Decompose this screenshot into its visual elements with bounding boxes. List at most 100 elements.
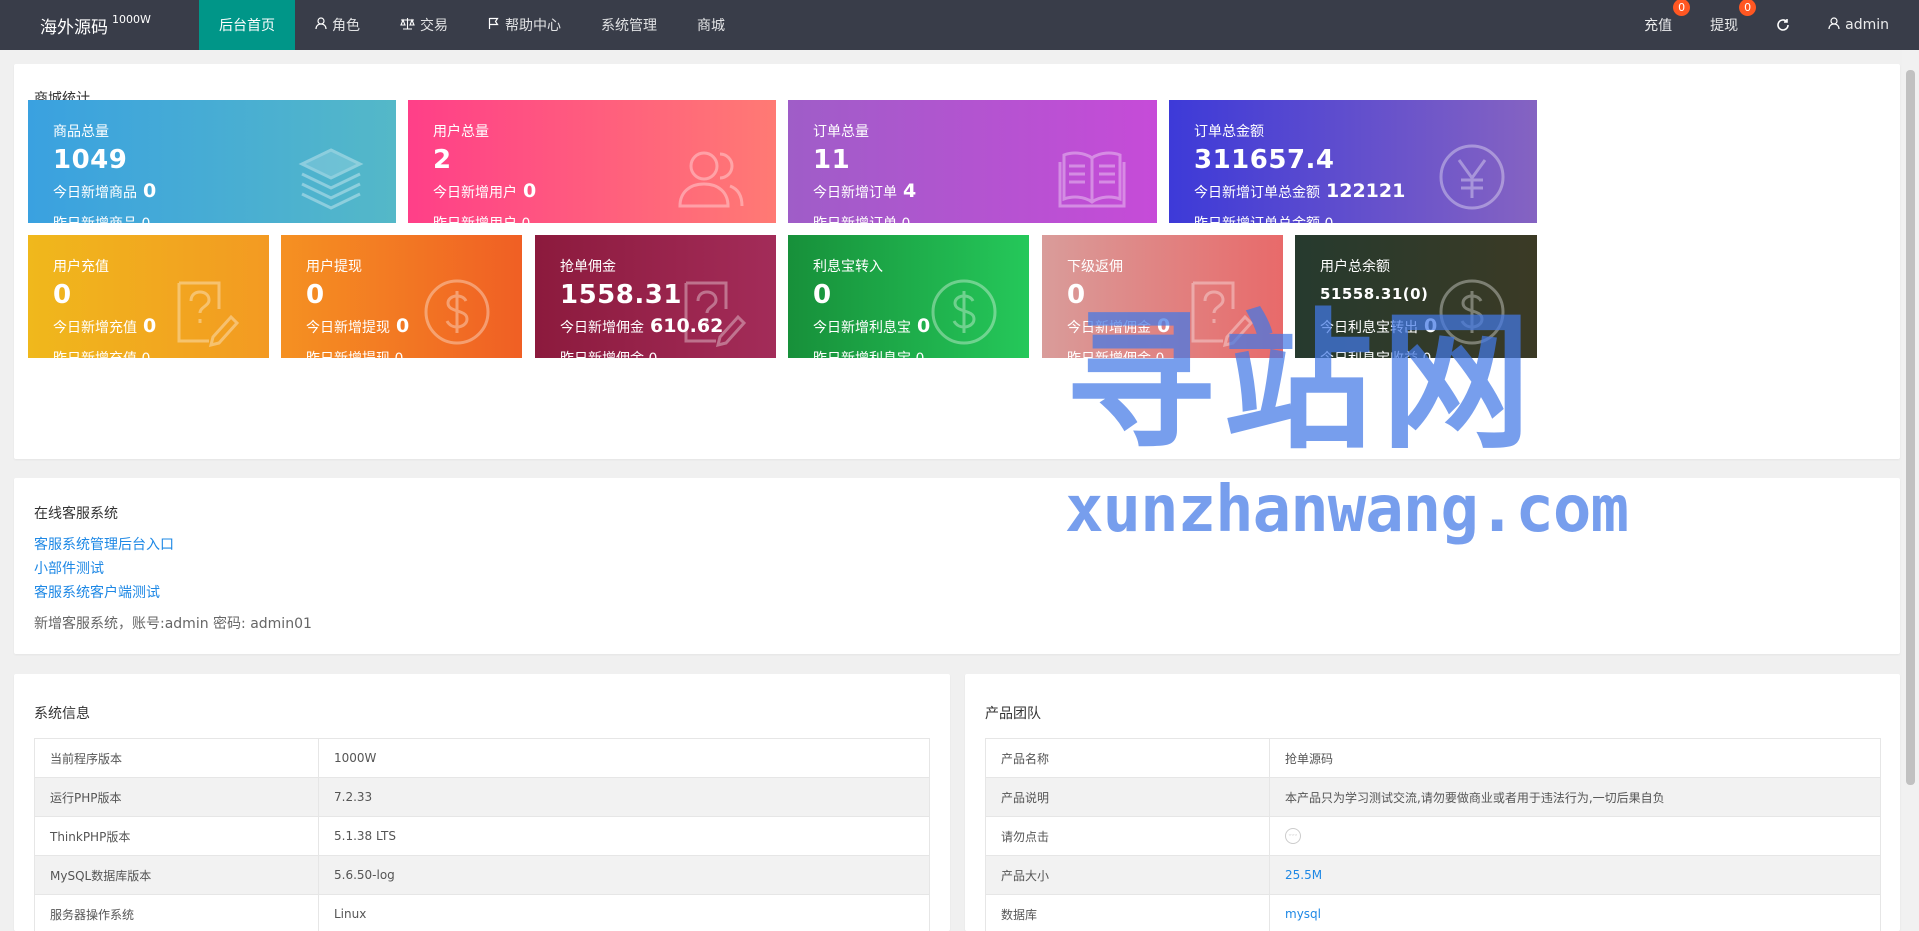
scrollbar[interactable]: [1902, 50, 1919, 931]
logo-text: 海外源码: [40, 17, 108, 38]
table-row: ThinkPHP版本 5.1.38 LTS: [34, 816, 930, 856]
stat-card-today: 今日新增订单总金额 122121: [1194, 180, 1405, 202]
stat-card-today: 今日利息宝转出 0: [1320, 315, 1437, 337]
stat-card[interactable]: 用户充值 0 今日新增充值 0 昨日新增充值 0: [28, 235, 269, 358]
team-key: 请勿点击: [985, 816, 1270, 856]
stat-card-today: 今日新增提现 0: [306, 315, 409, 337]
database-link[interactable]: mysql: [1285, 907, 1321, 921]
stat-card-today: 今日新增佣金 0: [1067, 315, 1170, 337]
table-row: 服务器操作系统 Linux: [34, 894, 930, 931]
stat-card-yesterday: 今日利息宝收益 0: [1320, 348, 1431, 358]
nav-help[interactable]: 帮助中心: [468, 0, 581, 50]
recharge-label: 充值: [1644, 18, 1673, 34]
sysinfo-key: MySQL数据库版本: [34, 855, 319, 895]
service-client-link[interactable]: 客服系统客户端测试: [34, 581, 174, 605]
stat-card-label: 用户总量: [433, 124, 489, 140]
users-icon: [676, 142, 746, 212]
yen-icon: [1437, 142, 1507, 212]
withdraw-badge: 0: [1739, 0, 1757, 16]
product-size-link[interactable]: 25.5M: [1285, 868, 1322, 882]
nav-system-label: 系统管理: [601, 18, 657, 34]
stat-card[interactable]: 用户提现 0 今日新增提现 0 昨日新增提现 0: [281, 235, 522, 358]
table-row: 运行PHP版本 7.2.33: [34, 777, 930, 817]
stat-card[interactable]: 用户总量 2 今日新增用户 0 昨日新增用户 0: [408, 100, 776, 223]
stat-card-value: 2: [433, 145, 452, 175]
stat-card-value: 311657.4: [1194, 145, 1335, 175]
question-doc-icon: [169, 277, 240, 348]
user-menu[interactable]: admin: [1828, 16, 1889, 34]
withdraw-label: 提现: [1710, 18, 1739, 34]
flag-icon: [488, 17, 500, 34]
refresh-icon[interactable]: [1776, 18, 1790, 32]
stat-card-value: 1049: [53, 145, 128, 175]
stat-card-label: 用户充值: [53, 259, 109, 275]
stat-card-today: 今日新增用户 0: [433, 180, 536, 202]
nav-trade-label: 交易: [420, 18, 448, 34]
stat-card-yesterday: 昨日新增利息宝 0: [813, 348, 924, 358]
nav-home[interactable]: 后台首页: [199, 0, 295, 50]
recharge-button[interactable]: 充值 0: [1644, 0, 1691, 35]
stat-card-today-value: 0: [396, 315, 410, 337]
stat-card-label: 商品总量: [53, 124, 109, 140]
sysinfo-key: 服务器操作系统: [34, 894, 319, 931]
stat-card-label: 订单总金额: [1194, 124, 1264, 140]
nav-help-label: 帮助中心: [505, 18, 561, 34]
widget-test-link[interactable]: 小部件测试: [34, 557, 174, 581]
logo-version: 1000W: [112, 12, 151, 26]
stat-card-yesterday: 昨日新增用户 0: [433, 213, 530, 223]
stat-card-today-label: 今日新增订单: [813, 185, 897, 201]
service-title: 在线客服系统: [34, 506, 118, 522]
sysinfo-panel: 系统信息 当前程序版本 1000W 运行PHP版本 7.2.33 ThinkPHP版…: [14, 674, 950, 931]
stat-card-value: 0: [1067, 280, 1086, 310]
stat-card-today-label: 今日新增用户: [433, 185, 517, 201]
stat-card[interactable]: 用户总余额 51558.31(0) 今日利息宝转出 0 今日利息宝收益 0: [1295, 235, 1537, 358]
stat-card-today-label: 今日新增佣金: [1067, 320, 1151, 336]
stat-card-value: 0: [813, 280, 832, 310]
book-icon: [1057, 142, 1127, 212]
stat-card-yesterday: 昨日新增佣金 0: [1067, 348, 1164, 358]
stat-card-label: 下级返佣: [1067, 259, 1123, 275]
stat-card[interactable]: 抢单佣金1558.31今日新增佣金610.62昨日新增佣金 0: [535, 235, 776, 358]
scrollbar-thumb[interactable]: [1906, 70, 1915, 785]
main-nav: 后台首页 角色 交易 帮助中心 系统管理 商城: [199, 0, 745, 50]
sysinfo-key: ThinkPHP版本: [34, 816, 319, 856]
sysinfo-value: 1000W: [318, 738, 930, 778]
stat-card-today-value: 0: [143, 180, 157, 202]
stat-card-today-value: 0: [523, 180, 537, 202]
stat-card[interactable]: 订单总金额 311657.4 今日新增订单总金额 122121 昨日新增订单总金额 0: [1169, 100, 1537, 223]
nav-roles[interactable]: 角色: [295, 0, 380, 50]
stat-card[interactable]: 订单总量 11 今日新增订单 4 昨日新增订单 0: [788, 100, 1157, 223]
stat-card[interactable]: 商品总量 1049 今日新增商品 0 昨日新增商品 0: [28, 100, 396, 223]
nav-system[interactable]: 系统管理: [581, 0, 677, 50]
stat-card-today-label: 今日新增订单总金额: [1194, 185, 1320, 201]
stat-card-value: 51558.31(0): [1320, 285, 1429, 303]
emoji-icon[interactable]: ᵕᵕᵕ: [1285, 828, 1301, 844]
stat-card-today-label: 今日利息宝转出: [1320, 320, 1418, 336]
stat-card-yesterday: 昨日新增订单 0: [813, 213, 910, 223]
table-row: 当前程序版本 1000W: [34, 738, 930, 778]
team-key: 产品名称: [985, 738, 1270, 778]
sysinfo-value: 5.6.50-log: [318, 855, 930, 895]
stat-card-today-label: 今日新增提现: [306, 320, 390, 336]
stat-card-value: 0: [306, 280, 325, 310]
service-admin-link[interactable]: 客服系统管理后台入口: [34, 533, 174, 557]
sysinfo-value: 5.1.38 LTS: [318, 816, 930, 856]
stat-card[interactable]: 下级返佣 0 今日新增佣金 0 昨日新增佣金 0: [1042, 235, 1283, 358]
logo[interactable]: 海外源码 1000W: [40, 0, 151, 50]
stat-card[interactable]: 利息宝转入 0 今日新增利息宝0 昨日新增利息宝 0: [788, 235, 1029, 358]
nav-mall[interactable]: 商城: [677, 0, 745, 50]
team-table: 产品名称 抢单源码 产品说明 本产品只为学习测试交流,请勿要做商业或者用于违法行为,…: [985, 738, 1881, 931]
nav-roles-label: 角色: [332, 18, 360, 34]
sysinfo-title: 系统信息: [34, 706, 90, 722]
withdraw-button[interactable]: 提现 0: [1710, 0, 1757, 35]
team-value: mysql: [1269, 894, 1881, 931]
stat-card-today-value: 0: [1424, 315, 1438, 337]
sysinfo-key: 运行PHP版本: [34, 777, 319, 817]
stat-card-today-value: 0: [1157, 315, 1171, 337]
scale-icon: [400, 17, 415, 34]
nav-trade[interactable]: 交易: [380, 0, 468, 50]
service-panel: 在线客服系统 客服系统管理后台入口 小部件测试 客服系统客户端测试 新增客服系统…: [14, 478, 1900, 654]
sysinfo-table: 当前程序版本 1000W 运行PHP版本 7.2.33 ThinkPHP版本 5.1.…: [34, 738, 930, 931]
nav-home-label: 后台首页: [219, 18, 275, 34]
stat-card-value: 1558.31: [560, 280, 682, 310]
